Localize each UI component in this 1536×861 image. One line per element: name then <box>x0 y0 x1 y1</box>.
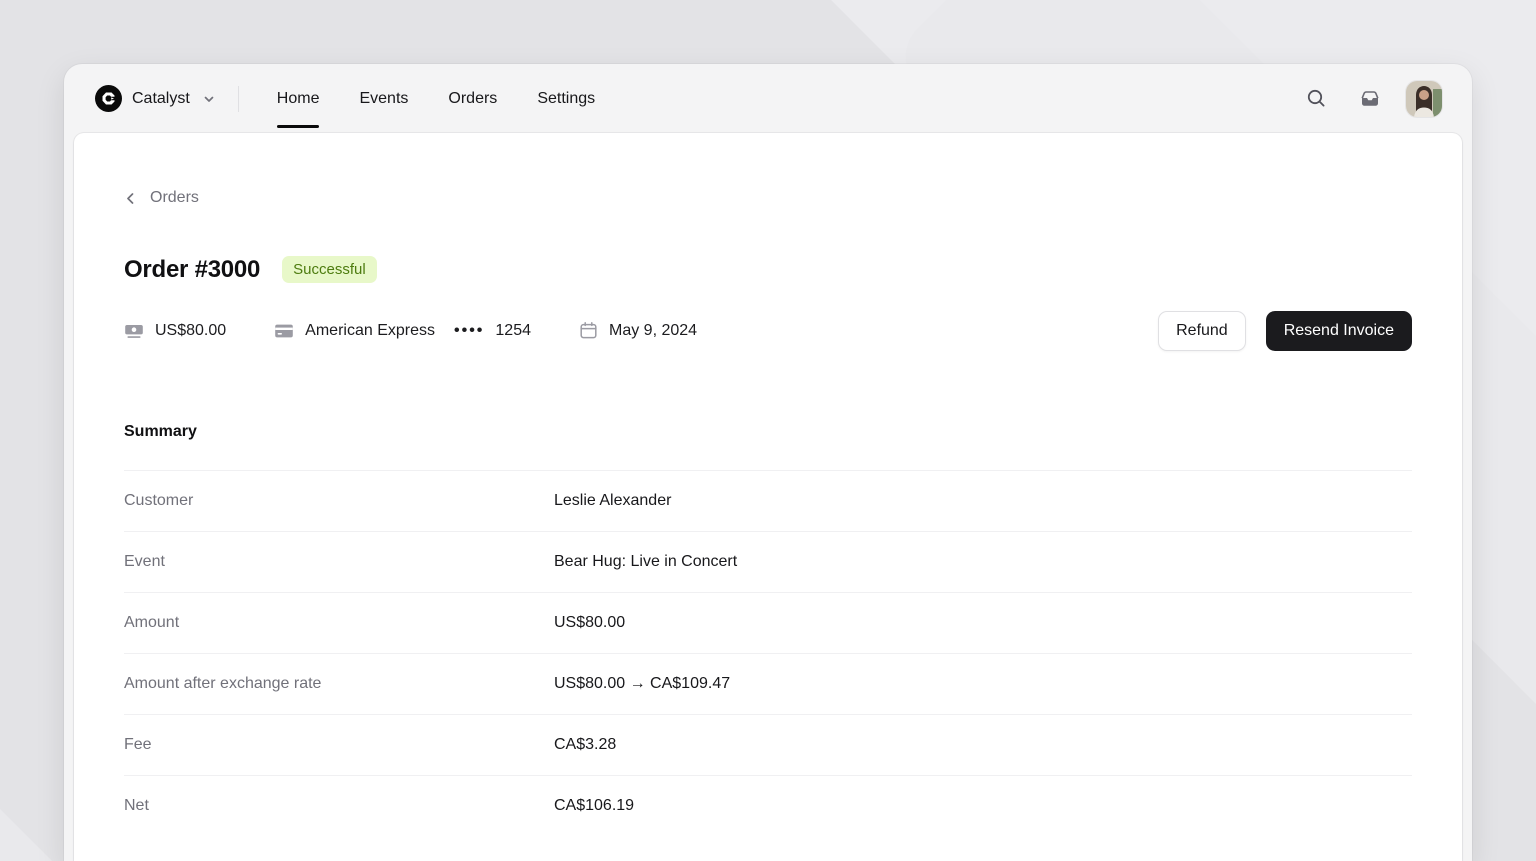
chevron-left-icon <box>124 192 137 205</box>
row-label: Fee <box>124 735 152 753</box>
row-label: Net <box>124 796 149 814</box>
search-icon <box>1306 88 1327 109</box>
credit-card-icon <box>274 321 294 341</box>
row-value: Leslie Alexander <box>554 491 672 509</box>
row-value: Bear Hug: Live in Concert <box>554 552 738 570</box>
calendar-icon <box>579 321 598 340</box>
meta-amount: US$80.00 <box>124 321 226 341</box>
breadcrumb-label: Orders <box>150 189 199 206</box>
catalyst-logo-icon <box>95 85 122 112</box>
avatar[interactable] <box>1406 80 1442 117</box>
inbox-button[interactable] <box>1350 79 1390 119</box>
app-frame: Catalyst Home Events Orders Settings Ord… <box>64 64 1472 861</box>
meta-payment: American Express •••• 1254 <box>274 321 531 341</box>
summary-list: Customer Leslie Alexander Event Bear Hug… <box>124 469 1412 836</box>
meta-row: US$80.00 American Express •••• 1254 May … <box>124 310 1412 351</box>
chevron-down-icon <box>202 92 216 106</box>
row-label: Event <box>124 552 165 570</box>
summary-row-amount: Amount US$80.00 <box>124 591 1412 653</box>
action-buttons: Refund Resend Invoice <box>1158 310 1412 351</box>
status-badge: Successful <box>282 256 377 283</box>
nav-item-settings[interactable]: Settings <box>537 64 595 133</box>
meta-date: May 9, 2024 <box>579 321 697 340</box>
nav-item-home[interactable]: Home <box>276 64 319 133</box>
row-label: Amount after exchange rate <box>124 674 322 692</box>
row-value: CA$3.28 <box>554 735 617 753</box>
meta-amount-value: US$80.00 <box>155 321 227 339</box>
summary-row-event: Event Bear Hug: Live in Concert <box>124 530 1412 592</box>
row-label: Amount <box>124 613 180 631</box>
meta-date-value: May 9, 2024 <box>609 321 698 339</box>
brand-name: Catalyst <box>132 89 190 107</box>
breadcrumb[interactable]: Orders <box>124 189 199 207</box>
page-title: Order #3000 <box>124 255 261 283</box>
summary-row-fee: Fee CA$3.28 <box>124 713 1412 775</box>
card-dots: •••• <box>454 321 485 339</box>
summary-row-exchange: Amount after exchange rate US$80.00 → CA… <box>124 652 1412 714</box>
banknotes-icon <box>124 321 144 341</box>
summary-row-customer: Customer Leslie Alexander <box>124 469 1412 531</box>
nav-item-events[interactable]: Events <box>359 64 408 133</box>
search-button[interactable] <box>1296 79 1336 119</box>
row-label: Customer <box>124 491 194 509</box>
card-last4: 1254 <box>495 321 531 339</box>
navbar-divider <box>237 85 239 112</box>
inbox-icon <box>1359 88 1381 110</box>
brand-menu[interactable]: Catalyst <box>95 85 216 112</box>
order-detail-card: Orders Order #3000 Successful US$80.00 A… <box>74 133 1462 861</box>
title-row: Order #3000 Successful <box>124 256 1412 284</box>
row-value: US$80.00 → CA$109.47 <box>554 674 731 692</box>
meta-items: US$80.00 American Express •••• 1254 May … <box>124 321 1158 341</box>
row-value: US$80.00 <box>554 613 626 631</box>
summary-heading: Summary <box>124 422 197 440</box>
main-nav: Home Events Orders Settings <box>257 64 615 133</box>
refund-button[interactable]: Refund <box>1158 310 1246 351</box>
summary-row-net: Net CA$106.19 <box>124 774 1412 836</box>
nav-item-orders[interactable]: Orders <box>448 64 497 133</box>
navbar: Catalyst Home Events Orders Settings <box>64 64 1472 133</box>
resend-invoice-button[interactable]: Resend Invoice <box>1265 310 1412 351</box>
meta-card-brand: American Express <box>305 321 435 339</box>
row-value: CA$106.19 <box>554 796 635 814</box>
